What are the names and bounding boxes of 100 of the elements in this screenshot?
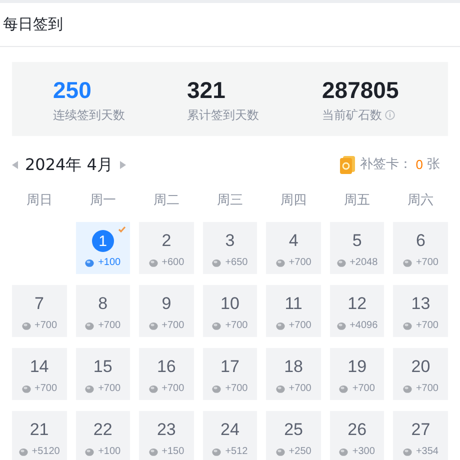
day-cell[interactable]: 9 +700	[139, 285, 194, 337]
day-number: 14	[30, 356, 49, 378]
weekday-label: 周五	[344, 192, 370, 210]
day-number: 21	[30, 419, 49, 441]
reward-amount: +150	[162, 445, 184, 459]
ore-icon	[336, 258, 346, 266]
makeup-card-count: 0	[416, 156, 423, 174]
next-month-icon[interactable]	[120, 161, 126, 169]
reward-amount: +700	[225, 319, 248, 333]
day-number: 19	[348, 356, 367, 378]
day-cell[interactable]: 6 +700	[393, 222, 448, 274]
ore-icon	[22, 322, 31, 330]
day-cell[interactable]: 15 +700	[76, 348, 130, 400]
day-number: 26	[348, 419, 367, 441]
reward-amount: +250	[288, 445, 312, 459]
weekday-label: 周二	[153, 192, 180, 210]
day-cell[interactable]: 23 +150	[139, 411, 194, 460]
ore-icon	[402, 322, 412, 330]
stat-label: 当前矿石数	[322, 107, 382, 124]
day-number: 13	[411, 293, 430, 315]
reward-amount: +700	[162, 319, 184, 333]
day-number: 4	[288, 230, 298, 252]
day-cell[interactable]: 22 +100	[76, 411, 130, 460]
reward-amount: +700	[225, 382, 248, 396]
day-number: 1	[92, 230, 114, 252]
info-icon[interactable]	[385, 110, 395, 120]
day-number: 3	[225, 230, 235, 252]
day-cell[interactable]: 5 +2048	[330, 222, 384, 274]
day-cell[interactable]: 20 +700	[393, 348, 448, 400]
day-cell[interactable]: 16 +700	[139, 348, 194, 400]
day-cell[interactable]: 2 +600	[139, 222, 194, 274]
reward-amount: +700	[288, 382, 312, 396]
reward-amount: +700	[98, 382, 121, 396]
ore-icon	[18, 448, 28, 456]
weekday-label: 周三	[216, 192, 243, 210]
ore-icon	[212, 258, 222, 266]
reward-amount: +700	[352, 382, 375, 396]
reward-amount: +650	[225, 256, 248, 270]
weekday-label: 周日	[26, 192, 52, 210]
ore-icon	[276, 384, 285, 392]
day-number: 8	[98, 293, 108, 315]
month-label: 2024年 4月	[25, 154, 113, 176]
reward-amount: +700	[98, 319, 121, 333]
stat-value: 250	[53, 76, 92, 104]
day-cell[interactable]: 1 +100	[76, 222, 130, 274]
reward-amount: +700	[288, 256, 312, 270]
day-number: 16	[156, 356, 176, 378]
day-number: 5	[352, 230, 362, 252]
day-cell[interactable]: 26 +300	[330, 411, 384, 460]
reward-amount: +100	[98, 445, 121, 459]
ore-icon	[85, 384, 94, 392]
reward-amount: +512	[225, 445, 248, 459]
day-cell[interactable]: 21 +5120	[12, 411, 67, 460]
ore-icon	[339, 384, 348, 392]
reward-amount: +700	[416, 382, 438, 396]
ore-icon	[336, 322, 346, 330]
ore-icon	[402, 384, 412, 392]
reward-amount: +700	[416, 256, 438, 270]
day-number: 24	[220, 419, 240, 441]
reward-amount: +700	[416, 319, 438, 333]
day-cell[interactable]: 27 +354	[393, 411, 448, 460]
day-number: 20	[411, 356, 430, 378]
page-title: 每日签到	[3, 14, 63, 36]
day-number: 6	[416, 230, 426, 252]
ore-icon	[85, 258, 94, 266]
day-cell[interactable]: 7 +700	[12, 285, 67, 337]
day-cell[interactable]: 25 +250	[266, 411, 321, 460]
ore-icon	[85, 322, 94, 330]
day-cell[interactable]: 3 +650	[202, 222, 258, 274]
reward-amount: +300	[352, 445, 375, 459]
day-number: 10	[220, 293, 240, 315]
ore-icon	[276, 448, 285, 456]
day-cell[interactable]: 8 +700	[76, 285, 130, 337]
day-cell[interactable]: 11 +700	[266, 285, 321, 337]
ore-icon	[276, 322, 285, 330]
day-cell[interactable]: 18 +700	[266, 348, 321, 400]
weekday-label: 周四	[280, 192, 307, 210]
day-cell[interactable]: 17 +700	[202, 348, 258, 400]
stat-value: 321	[187, 76, 226, 104]
makeup-card-unit: 张	[427, 156, 440, 174]
weekday-label: 周一	[90, 192, 116, 210]
ore-icon	[148, 258, 158, 266]
day-cell[interactable]: 19 +700	[330, 348, 384, 400]
ore-icon	[212, 322, 222, 330]
day-cell[interactable]: 4 +700	[266, 222, 321, 274]
day-cell[interactable]: 13 +700	[393, 285, 448, 337]
ore-icon	[148, 384, 158, 392]
stat-value: 287805	[322, 76, 400, 104]
reward-amount: +4096	[350, 319, 378, 333]
day-cell[interactable]: 14 +700	[12, 348, 67, 400]
ore-icon	[402, 448, 412, 456]
day-number: 27	[411, 419, 430, 441]
reward-amount: +700	[34, 319, 58, 333]
ore-icon	[85, 448, 94, 456]
day-number: 2	[162, 230, 172, 252]
reward-amount: +100	[98, 256, 121, 270]
previous-month-icon[interactable]	[12, 161, 18, 169]
day-cell[interactable]: 10 +700	[202, 285, 258, 337]
day-cell[interactable]: 12 +4096	[330, 285, 384, 337]
day-cell[interactable]: 24 +512	[202, 411, 258, 460]
